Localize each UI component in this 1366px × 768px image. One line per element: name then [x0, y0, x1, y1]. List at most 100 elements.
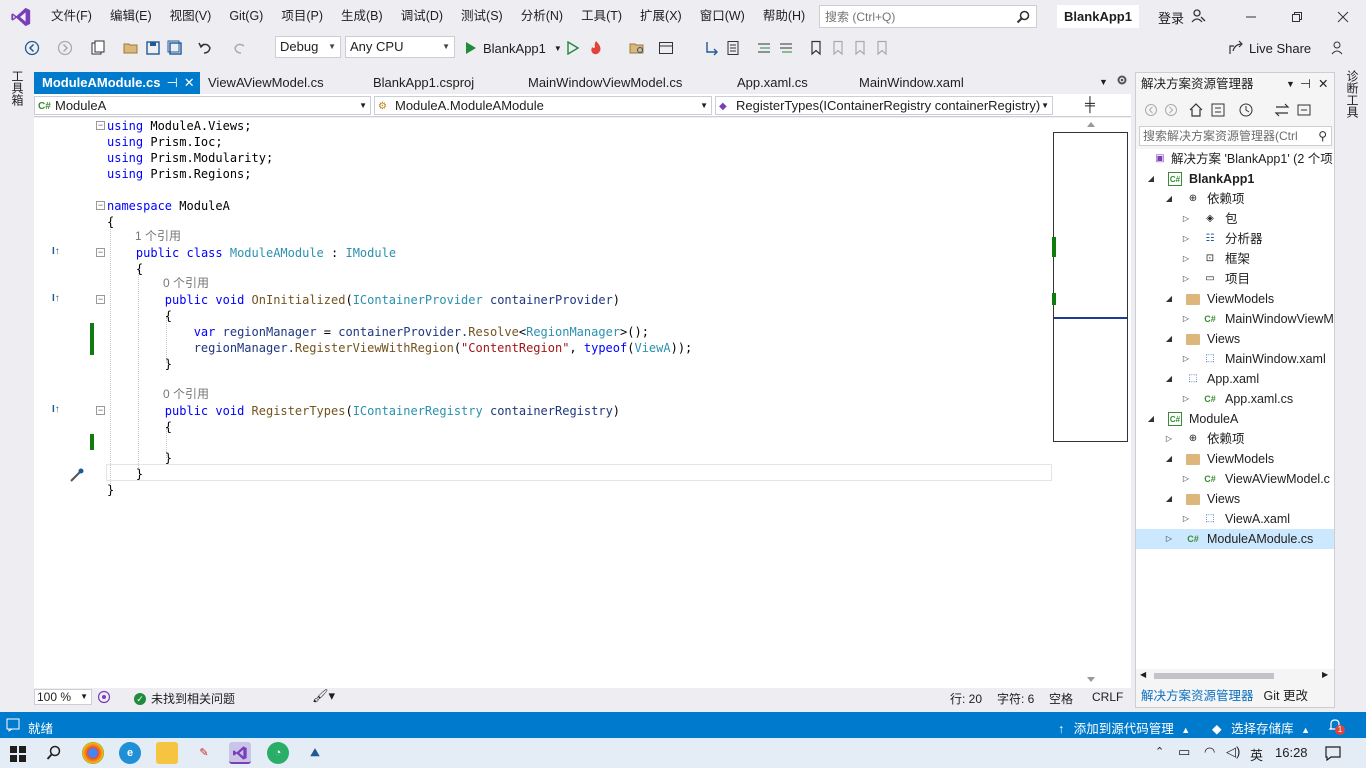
reference-count[interactable]: 1 个引用 [135, 229, 181, 243]
input-method-indicator[interactable]: 英 [1250, 745, 1263, 764]
tree-item-views[interactable]: ◢ Views [1136, 489, 1334, 509]
fold-marker-icon[interactable]: − [96, 121, 105, 130]
taskbar-search-icon[interactable] [46, 745, 62, 761]
issues-indicator[interactable]: ✓ 未找到相关问题 [134, 690, 235, 707]
char-number[interactable]: 字符: 6 [997, 690, 1034, 707]
code-line[interactable]: public void OnInitialized(IContainerProv… [107, 292, 620, 308]
tree-item-frameworks[interactable]: ▷ ⊡ 框架 [1136, 249, 1334, 269]
save-button[interactable] [144, 39, 162, 57]
paint-icon[interactable]: ✎ [193, 742, 215, 764]
collapse-all-icon[interactable] [1296, 102, 1312, 118]
type-dropdown[interactable]: ⚙ ModuleA.ModuleAModule ▼ [374, 96, 712, 115]
bookmark-button[interactable] [807, 39, 825, 57]
close-window-button[interactable] [1320, 0, 1366, 33]
menu-file[interactable]: 文件(F) [42, 0, 101, 33]
code-cleanup-brush-icon[interactable]: 🖌▾ [312, 688, 335, 704]
notifications-button[interactable]: 1 [1327, 717, 1345, 736]
line-number[interactable]: 行: 20 [950, 690, 982, 707]
expanded-arrow-icon[interactable]: ◢ [1164, 189, 1174, 209]
code-line[interactable]: { [107, 308, 172, 324]
code-line[interactable]: public void RegisterTypes(IContainerRegi… [107, 403, 620, 419]
tree-item-projects[interactable]: ▷ ▭ 项目 [1136, 269, 1334, 289]
expanded-arrow-icon[interactable]: ◢ [1164, 329, 1174, 349]
implements-member-icon[interactable]: I↑ [52, 293, 60, 304]
expanded-arrow-icon[interactable]: ◢ [1146, 169, 1156, 189]
add-to-source-control-button[interactable]: ↑ 添加到源代码管理 ▲ [1058, 718, 1190, 737]
pending-changes-icon[interactable] [1238, 102, 1254, 118]
menu-tools[interactable]: 工具(T) [572, 0, 631, 33]
system-clock[interactable]: 16:28 [1275, 745, 1308, 760]
battery-icon[interactable]: ▭ [1178, 744, 1190, 760]
tree-item-packages[interactable]: ▷ ◈ 包 [1136, 209, 1334, 229]
menu-project[interactable]: 项目(P) [272, 0, 332, 33]
gear-icon[interactable] [1116, 74, 1128, 86]
tree-item-viewa-xaml[interactable]: ▷ ⬚ ViewA.xaml [1136, 509, 1334, 529]
collapsed-arrow-icon[interactable]: ▷ [1181, 349, 1191, 369]
minimize-button[interactable] [1228, 0, 1274, 33]
next-bookmark-button[interactable] [851, 39, 869, 57]
code-line[interactable]: namespace ModuleA [107, 198, 230, 214]
collapsed-arrow-icon[interactable]: ▷ [1181, 309, 1191, 329]
code-line[interactable]: } [107, 482, 114, 498]
scroll-up-arrow-icon[interactable] [1086, 120, 1096, 128]
tree-item-viewmodels[interactable]: ◢ ViewModels [1136, 449, 1334, 469]
split-editor-icon[interactable]: ╪ [1085, 96, 1095, 112]
tab-git-changes[interactable]: Git 更改 [1259, 685, 1313, 707]
codelens-references[interactable]: 1 个引用 [135, 228, 181, 244]
expanded-arrow-icon[interactable]: ◢ [1164, 449, 1174, 469]
toolbox-tab[interactable]: 工具箱 [9, 70, 26, 106]
tree-item-analyzers[interactable]: ▷ ☷ 分析器 [1136, 229, 1334, 249]
code-line[interactable]: regionManager.RegisterViewWithRegion("Co… [107, 340, 693, 356]
tree-item-blankapp1[interactable]: ◢ C# BlankApp1 [1136, 169, 1334, 189]
menu-test[interactable]: 测试(S) [452, 0, 512, 33]
tree-item-viewmodels[interactable]: ◢ ViewModels [1136, 289, 1334, 309]
zoom-select[interactable]: 100 % ▼ [34, 689, 92, 705]
collapsed-arrow-icon[interactable]: ▷ [1181, 269, 1191, 289]
save-all-button[interactable] [166, 39, 184, 57]
code-editor[interactable]: − − − − − I↑ I↑ I↑ using ModuleA.Views; … [34, 118, 1131, 688]
platform-select[interactable]: Any CPU ▼ [345, 36, 455, 58]
redo-button[interactable] [231, 39, 249, 57]
code-line[interactable]: } [107, 450, 172, 466]
restore-button[interactable] [1274, 0, 1320, 33]
collapsed-arrow-icon[interactable]: ▷ [1181, 389, 1191, 409]
tree-item-mainwindow-xaml[interactable]: ▷ ⬚ MainWindow.xaml [1136, 349, 1334, 369]
codelens-references[interactable]: 0 个引用 [163, 386, 209, 402]
menu-window[interactable]: 窗口(W) [691, 0, 754, 33]
fold-marker-icon[interactable]: − [96, 201, 105, 210]
menu-analyze[interactable]: 分析(N) [512, 0, 572, 33]
account-icon[interactable] [1190, 8, 1206, 24]
expanded-arrow-icon[interactable]: ◢ [1164, 369, 1174, 389]
volume-icon[interactable]: ◁) [1226, 744, 1240, 760]
menu-view[interactable]: 视图(V) [161, 0, 221, 33]
chevron-down-icon[interactable]: ▼ [554, 44, 562, 53]
tabs-overflow-icon[interactable]: ▼ [1099, 77, 1108, 87]
photos-icon[interactable]: ⛰ [304, 742, 326, 764]
sync-icon[interactable] [1274, 102, 1290, 118]
visual-studio-logo-icon[interactable] [10, 6, 32, 28]
chrome-icon[interactable] [82, 742, 104, 764]
code-line[interactable]: using Prism.Modularity; [107, 150, 273, 166]
tree-item-dependencies[interactable]: ▷ ⊕ 依赖项 [1136, 429, 1334, 449]
visual-studio-task-icon[interactable] [229, 742, 251, 764]
fold-marker-icon[interactable]: − [96, 406, 105, 415]
tab-viewa-viewmodel[interactable]: ViewAViewModel.cs [200, 72, 365, 94]
tree-item-modulea[interactable]: ◢ C# ModuleA [1136, 409, 1334, 429]
hot-reload-button[interactable] [587, 39, 605, 57]
code-line[interactable]: } [107, 356, 172, 372]
tree-item-views[interactable]: ◢ Views [1136, 329, 1334, 349]
menu-git[interactable]: Git(G) [220, 0, 272, 33]
code-line[interactable]: public class ModuleAModule : IModule [107, 245, 396, 261]
menu-help[interactable]: 帮助(H) [754, 0, 814, 33]
collapsed-arrow-icon[interactable]: ▷ [1181, 209, 1191, 229]
config-select[interactable]: Debug ▼ [275, 36, 341, 58]
implements-member-icon[interactable]: I↑ [52, 404, 60, 415]
reference-count[interactable]: 0 个引用 [163, 276, 209, 290]
pin-icon[interactable]: ⊣ [166, 75, 177, 90]
tree-item-dependencies[interactable]: ◢ ⊕ 依赖项 [1136, 189, 1334, 209]
switch-views-icon[interactable] [1210, 102, 1226, 118]
code-line[interactable]: using Prism.Ioc; [107, 134, 223, 150]
tree-item-modulea-module[interactable]: ▷ C# ModuleAModule.cs [1136, 529, 1334, 549]
new-project-button[interactable] [89, 39, 107, 57]
tree-item-app-xaml[interactable]: ◢ ⬚ App.xaml [1136, 369, 1334, 389]
